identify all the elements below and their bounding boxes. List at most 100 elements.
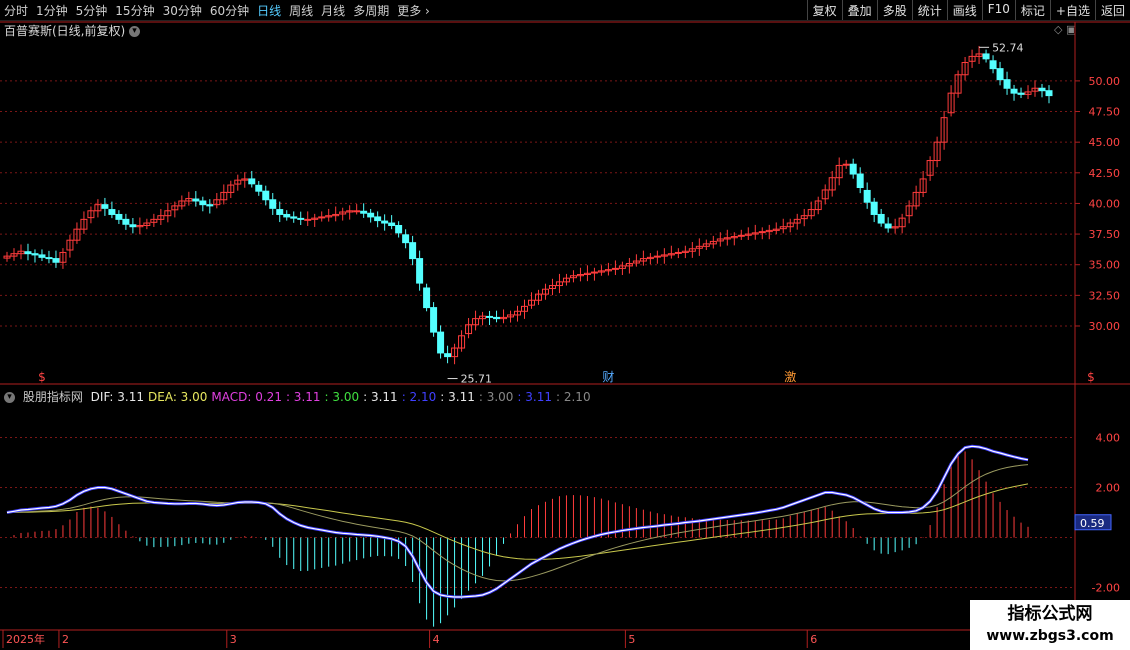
indicator-label: : 2.10 [401,390,437,404]
tab-1min[interactable]: 1分钟 [36,2,68,19]
candle-body [500,316,508,320]
candle-body [695,245,703,249]
date-label: 3 [230,633,237,646]
candle-body [702,243,710,247]
candle-body [765,229,773,233]
f10-button[interactable]: F10 [981,0,1015,20]
window-icon[interactable]: ▣ [1066,23,1076,36]
candle-body [444,353,452,358]
candle-body [458,335,466,349]
tab-more[interactable]: 更多 › [397,2,430,19]
event-marker: 财 [602,370,614,384]
candle-body [968,55,976,62]
candle-body [737,234,745,237]
macd-tick-label: -2.00 [1092,582,1120,595]
tab-fenshi[interactable]: 分时 [4,2,28,19]
candle-body [451,347,459,358]
candle-body [304,218,312,221]
indicator-label: DEA: 3.00 [148,390,208,404]
candle-body [758,231,766,234]
tab-daily[interactable]: 日线 [257,2,281,19]
date-label: 2025年 [6,632,45,646]
candle-body [290,216,298,219]
candle-body [1024,91,1032,95]
candle-body [835,164,843,179]
back-button[interactable]: 返回 [1094,0,1130,20]
price-chart: 50.00 47.50 45.00 42.50 40.00 37.50 35.00 32.50… [0,21,1130,650]
candle-body [80,218,88,230]
indicator-name[interactable]: 股朋指标网 [23,390,83,404]
candle-body [122,218,130,225]
candle-body [24,251,32,255]
tab-60min[interactable]: 60分钟 [210,2,249,19]
candle-body [38,254,46,258]
stock-title-label: 百普赛斯(日线,前复权) [4,24,126,38]
tab-monthly[interactable]: 月线 [321,2,345,19]
candle-body [954,74,962,94]
tab-30min[interactable]: 30分钟 [163,2,202,19]
indicator-label: DIF: 3.11 [90,390,144,404]
candle-body [751,232,759,235]
candle-body [807,209,815,217]
candle-body [521,305,529,312]
indicator-title: ▾ 股朋指标网 DIF: 3.11 DEA: 3.00 MACD: 0.21: 3.… [4,388,599,405]
chevron-down-icon[interactable]: ▾ [129,26,141,37]
candle-body [45,257,53,260]
candle-body [611,267,619,270]
candle-body [989,60,997,70]
candle-body [332,213,340,217]
period-tabs: 分时 1分钟 5分钟 15分钟 30分钟 60分钟 日线 周线 月线 多周期 更… [4,2,438,19]
candle-body [220,191,228,201]
tab-multi-period[interactable]: 多周期 [353,2,389,19]
mark-button[interactable]: 标记 [1014,0,1050,20]
dea-slow-line [6,483,1029,560]
restore-rights-button[interactable]: 复权 [806,0,842,20]
chevron-right-icon: › [425,4,430,18]
candle-body [234,179,242,185]
indicator-label: : 3.00 [324,390,360,404]
stock-title[interactable]: 百普赛斯(日线,前复权) ▾ [4,22,141,39]
candle-body [66,239,74,251]
candle-body [514,310,522,316]
candle-body [164,210,172,217]
candle-body [486,315,494,318]
draw-line-button[interactable]: 画线 [946,0,982,20]
tab-weekly[interactable]: 周线 [289,2,313,19]
tab-15min[interactable]: 15分钟 [115,2,154,19]
candle-body [527,299,535,306]
candle-body [479,315,487,320]
overlay-button[interactable]: 叠加 [841,0,877,20]
candle-body [940,117,948,143]
candle-body [723,237,731,240]
candle-body [185,198,193,202]
chevron-down-icon[interactable]: ▾ [4,392,15,403]
macd-current-box [1074,514,1112,531]
candle-body [961,62,969,76]
candle-body [381,220,389,224]
candle-body [395,224,403,234]
candle-body [730,236,738,239]
candle-body [821,189,829,200]
candle-body [507,314,515,318]
event-marker: $ [1087,370,1095,384]
candle-body [919,178,927,193]
candle-body [1031,87,1039,92]
tab-5min[interactable]: 5分钟 [76,2,108,19]
multi-stock-button[interactable]: 多股 [876,0,912,20]
candle-body [262,190,270,201]
add-watchlist-button[interactable]: +自选 [1049,0,1095,20]
candle-body [311,217,319,220]
diamond-icon[interactable]: ◇ [1054,23,1062,36]
candle-body [660,254,668,257]
candle-body [73,228,81,241]
candle-body [716,238,724,242]
candle-body [975,53,983,57]
dif-glow-line [6,444,1029,599]
statistics-button[interactable]: 统计 [911,0,947,20]
candle-body [625,262,633,267]
top-toolbar: 分时 1分钟 5分钟 15分钟 30分钟 60分钟 日线 周线 月线 多周期 更… [0,0,1130,21]
price-tick-label: 42.50 [1089,167,1121,180]
candle-body [793,218,801,224]
date-label: 6 [810,633,817,646]
candle-body [10,253,18,257]
